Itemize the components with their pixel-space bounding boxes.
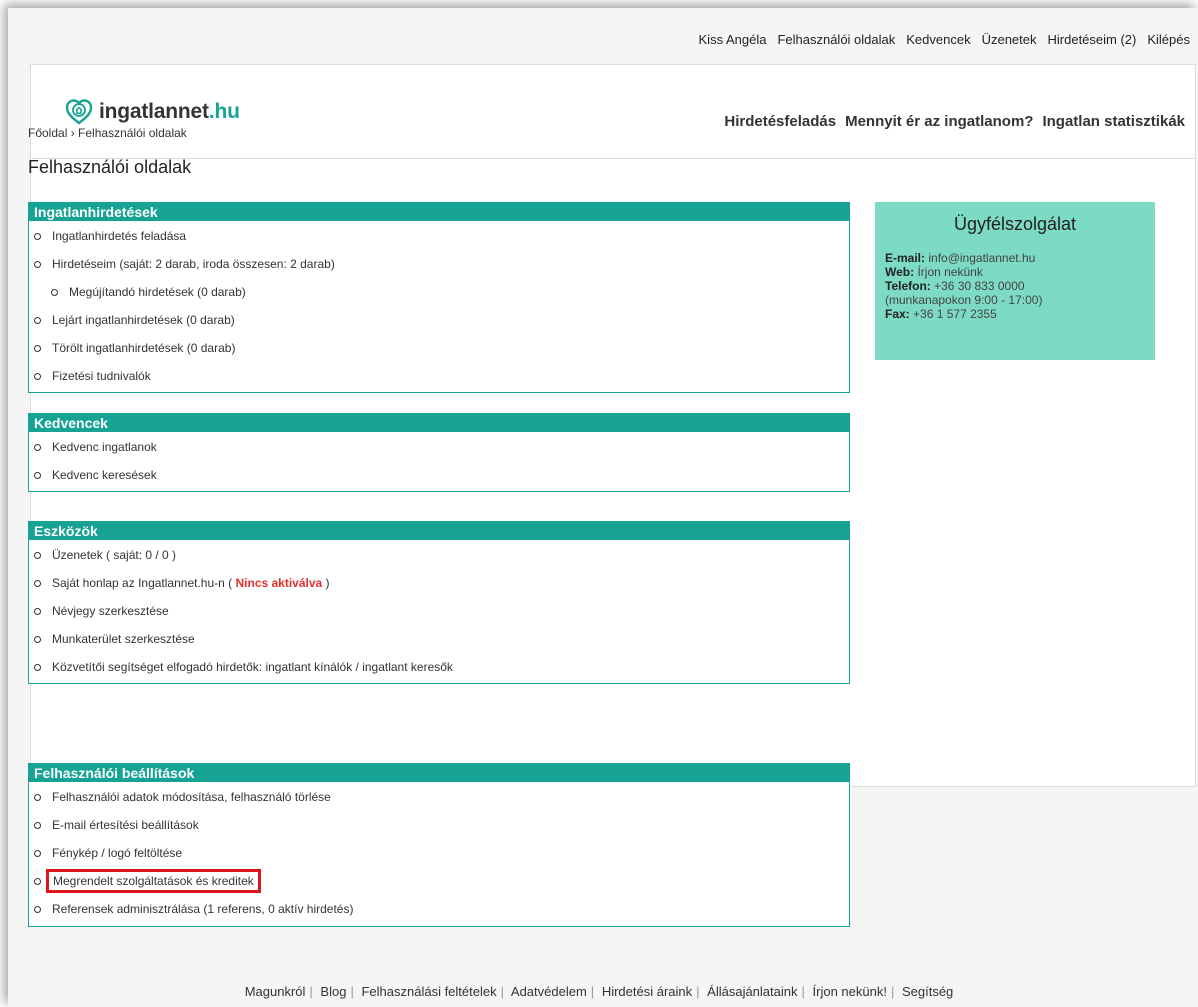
service-fax-row: Fax: +36 1 577 2355 <box>885 307 997 321</box>
footer-contact[interactable]: Írjon nekünk! <box>813 984 887 999</box>
edit-card-link[interactable]: Névjegy szerkesztése <box>52 604 169 618</box>
footer-terms[interactable]: Felhasználási feltételek <box>361 984 496 999</box>
footer-about[interactable]: Magunkról <box>245 984 306 999</box>
list-item: Kedvenc ingatlanok <box>29 438 849 466</box>
expired-ads-link[interactable]: Lejárt ingatlanhirdetések (0 darab) <box>52 313 235 327</box>
footer-help[interactable]: Segítség <box>902 984 953 999</box>
service-email-link[interactable]: info@ingatlannet.hu <box>928 251 1035 265</box>
list-item: Közvetítői segítséget elfogadó hirdetők:… <box>29 658 849 686</box>
user-name-link[interactable]: Kiss Angéla <box>699 32 767 47</box>
breadcrumb-separator: › <box>70 126 75 140</box>
list-item: Felhasználói adatok módosítása, felhaszn… <box>29 788 849 816</box>
main-nav: Hirdetésfeladás Mennyit ér az ingatlanom… <box>724 113 1185 130</box>
favorite-searches-link[interactable]: Kedvenc keresések <box>52 468 157 482</box>
payment-info-link[interactable]: Fizetési tudnivalók <box>52 369 151 383</box>
service-phone-row: Telefon: +36 30 833 0000 <box>885 279 1025 293</box>
list-item: Névjegy szerkesztése <box>29 602 849 630</box>
breadcrumb-home[interactable]: Főoldal <box>28 126 67 140</box>
top-user-bar: Kiss Angéla Felhasználói oldalak Kedvenc… <box>8 8 1198 64</box>
section-ads-title: Ingatlanhirdetések <box>29 203 849 221</box>
list-item: Lejárt ingatlanhirdetések (0 darab) <box>29 311 849 339</box>
nav-statistics[interactable]: Ingatlan statisztikák <box>1042 113 1185 130</box>
list-item: Referensek adminisztrálása (1 referens, … <box>29 900 849 928</box>
section-ads: Ingatlanhirdetések Ingatlanhirdetés fela… <box>28 202 850 393</box>
breadcrumb: Főoldal › Felhasználói oldalak <box>28 126 187 140</box>
service-web-link[interactable]: Írjon nekünk <box>917 265 982 279</box>
edit-user-data-link[interactable]: Felhasználói adatok módosítása, felhaszn… <box>52 790 331 804</box>
service-email-row: E-mail: info@ingatlannet.hu <box>885 251 1036 265</box>
edit-workarea-link[interactable]: Munkaterület szerkesztése <box>52 632 195 646</box>
post-ad-link[interactable]: Ingatlanhirdetés feladása <box>52 229 186 243</box>
list-item: Munkaterület szerkesztése <box>29 630 849 658</box>
referents-admin-link[interactable]: Referensek adminisztrálása (1 referens, … <box>52 902 353 916</box>
list-item: Fizetési tudnivalók <box>29 367 849 395</box>
section-settings: Felhasználói beállítások Felhasználói ad… <box>28 763 850 927</box>
ordered-services-link[interactable]: Megrendelt szolgáltatások és kreditek <box>46 869 261 893</box>
service-hours: (munkanapokon 9:00 - 17:00) <box>885 293 1043 307</box>
list-item: Kedvenc keresések <box>29 466 849 494</box>
deleted-ads-link[interactable]: Törölt ingatlanhirdetések (0 darab) <box>52 341 235 355</box>
footer-links: Magunkról | Blog | Felhasználási feltétele… <box>244 984 954 999</box>
list-item: Hirdetéseim (saját: 2 darab, iroda össze… <box>29 255 849 283</box>
site-header: ingatlannet.hu Hirdetésfeladás Mennyit é… <box>31 65 1195 159</box>
list-item: Üzenetek ( saját: 0 / 0 ) <box>29 546 849 574</box>
nav-valuation[interactable]: Mennyit ér az ingatlanom? <box>845 113 1033 130</box>
list-item: Törölt ingatlanhirdetések (0 darab) <box>29 339 849 367</box>
user-pages-link[interactable]: Felhasználói oldalak <box>777 32 895 47</box>
customer-service-title: Ügyfélszolgálat <box>953 214 1077 234</box>
messages-link[interactable]: Üzenetek <box>982 32 1037 47</box>
homepage-status-badge: Nincs aktiválva <box>235 576 323 590</box>
email-notification-settings-link[interactable]: E-mail értesítési beállítások <box>52 818 199 832</box>
my-ads-list-link[interactable]: Hirdetéseim (saját: 2 darab, iroda össze… <box>52 257 335 271</box>
list-item: Megújítandó hirdetések (0 darab) <box>29 283 849 311</box>
messages-count-link[interactable]: Üzenetek ( saját: 0 / 0 ) <box>52 548 176 562</box>
footer-privacy[interactable]: Adatvédelem <box>511 984 587 999</box>
list-item: Ingatlanhirdetés feladása <box>29 227 849 255</box>
logo-text: ingatlannet.hu <box>99 100 240 123</box>
list-item: Megrendelt szolgáltatások és kreditek <box>29 869 849 900</box>
footer-blog[interactable]: Blog <box>320 984 346 999</box>
section-settings-title: Felhasználói beállítások <box>29 764 849 782</box>
logout-link[interactable]: Kilépés <box>1147 32 1190 47</box>
renew-ads-link[interactable]: Megújítandó hirdetések (0 darab) <box>69 285 246 299</box>
breadcrumb-current[interactable]: Felhasználói oldalak <box>78 126 187 140</box>
page-title: Felhasználói oldalak <box>28 157 192 177</box>
favorite-properties-link[interactable]: Kedvenc ingatlanok <box>52 440 157 454</box>
nav-post-ad[interactable]: Hirdetésfeladás <box>724 113 836 130</box>
my-ads-link[interactable]: Hirdetéseim (2) <box>1048 32 1137 47</box>
photo-upload-link[interactable]: Fénykép / logó feltöltése <box>52 846 182 860</box>
footer-jobs[interactable]: Állásajánlataink <box>707 984 797 999</box>
site-logo[interactable]: ingatlannet.hu <box>65 98 240 126</box>
section-tools: Eszközök Üzenetek ( saját: 0 / 0 ) Saját… <box>28 521 850 684</box>
section-favorites-title: Kedvencek <box>29 414 849 432</box>
section-tools-title: Eszközök <box>29 522 849 540</box>
browser-frame: Kiss Angéla Felhasználói oldalak Kedvenc… <box>8 8 1198 1007</box>
broker-help-link[interactable]: Közvetítői segítséget elfogadó hirdetők:… <box>52 660 453 674</box>
favorites-link[interactable]: Kedvencek <box>906 32 970 47</box>
footer-prices[interactable]: Hirdetési áraink <box>602 984 692 999</box>
section-favorites: Kedvencek Kedvenc ingatlanok Kedvenc ker… <box>28 413 850 492</box>
house-heart-icon <box>65 99 93 125</box>
list-item: E-mail értesítési beállítások <box>29 816 849 844</box>
list-item: Saját honlap az Ingatlannet.hu-n ( Nincs… <box>29 574 849 602</box>
list-item: Fénykép / logó feltöltése <box>29 844 849 872</box>
homepage-status-close: ) <box>325 576 330 590</box>
customer-service-box: Ügyfélszolgálat E-mail: info@ingatlannet… <box>875 202 1155 360</box>
service-web-row: Web: Írjon nekünk <box>885 265 983 279</box>
own-homepage-link[interactable]: Saját honlap az Ingatlannet.hu-n ( <box>52 576 232 590</box>
